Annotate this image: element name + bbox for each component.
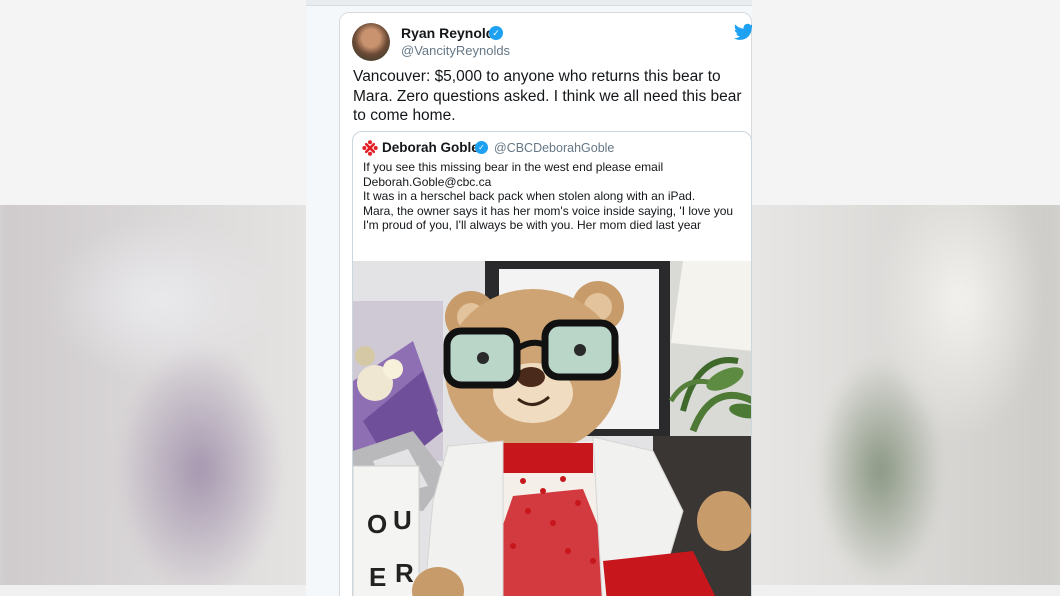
verified-badge-icon: ✓ [489, 26, 503, 40]
letter-block: U [393, 505, 412, 535]
quoted-text-line: If you see this missing bear in the west… [363, 160, 664, 174]
quoted-tweet[interactable]: Deborah Goble ✓ @CBCDeborahGoble If you … [352, 131, 752, 596]
lamp-shade [671, 261, 751, 351]
tweet-screenshot-panel: Ryan Reynolds ✓ @VancityReynolds Vancouv… [306, 0, 752, 596]
twitter-bird-icon[interactable] [734, 23, 752, 41]
avatar[interactable] [352, 23, 390, 61]
author-handle[interactable]: @VancityReynolds [401, 43, 510, 58]
quoted-author-name[interactable]: Deborah Goble [382, 140, 479, 155]
letter-block: O [367, 509, 387, 539]
teddy-bear-illustration: O U E R [353, 261, 751, 596]
quoted-text-line: Mara, the owner says it has her mom's vo… [363, 203, 734, 233]
letter-block: E [369, 562, 386, 592]
verified-badge-icon: ✓ [475, 141, 488, 154]
author-name[interactable]: Ryan Reynolds [401, 25, 502, 41]
tweet-text: Vancouver: $5,000 to anyone who returns … [353, 68, 742, 124]
letter-block: R [395, 558, 414, 588]
quoted-author-handle[interactable]: @CBCDeborahGoble [494, 141, 614, 155]
bear-paw [697, 491, 751, 551]
quoted-tweet-text: If you see this missing bear in the west… [363, 160, 748, 233]
quoted-text-line: It was in a herschel back pack when stol… [363, 189, 696, 204]
email-link[interactable]: Deborah.Goble@cbc.ca [363, 175, 748, 190]
tweet-card[interactable]: Ryan Reynolds ✓ @VancityReynolds Vancouv… [339, 12, 752, 596]
bear-nose [517, 367, 545, 387]
previous-item-divider [306, 0, 752, 6]
teddy-bear-photo[interactable]: O U E R [353, 261, 751, 596]
cbc-gem-icon [362, 140, 378, 156]
